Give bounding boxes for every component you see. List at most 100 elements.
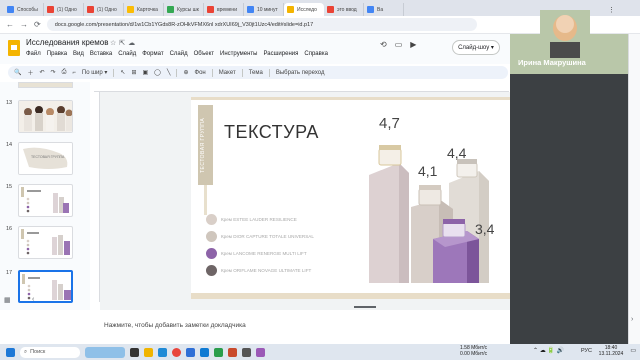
undo-icon[interactable]: ↶ [40, 69, 45, 76]
video-panel [510, 34, 640, 344]
slide-thumbnail-selected[interactable] [18, 270, 73, 303]
browser-tab[interactable]: Карточка [124, 3, 164, 16]
comment-icon[interactable]: ▭ [395, 40, 403, 49]
line-icon[interactable]: ╲ [167, 69, 171, 76]
redo-icon[interactable]: ↷ [51, 69, 56, 76]
menu-item[interactable]: Вид [73, 51, 84, 57]
browser-tab[interactable]: Исследо [284, 3, 324, 16]
browser-tab[interactable]: Курсы шк [164, 3, 204, 16]
edge-icon[interactable] [158, 347, 167, 357]
legend-item: Крем ORIFLAME NOVAGE ULTIMATE LIFT [206, 264, 311, 276]
menu-item[interactable]: Слайд [118, 51, 136, 57]
add-icon[interactable]: ＋ [27, 68, 33, 77]
start-icon[interactable] [6, 347, 15, 357]
thumbnail-chart [22, 274, 71, 300]
search-icon[interactable]: 🔍 [14, 69, 21, 76]
participant-name: Ирина Макрушина [518, 58, 586, 67]
slides-logo-icon[interactable] [8, 40, 20, 56]
history-icon[interactable]: ⟲ [380, 40, 387, 49]
layout-button[interactable]: Макет [219, 70, 236, 76]
browser-tab[interactable]: (1) Одно [44, 3, 84, 16]
slide-title[interactable]: ТЕКСТУРА [224, 122, 319, 143]
slide-thumbnail-partial[interactable] [18, 82, 73, 88]
forward-icon[interactable]: → [20, 20, 28, 29]
value-label-dior: 4,4 [447, 145, 467, 161]
zoom-app-icon[interactable] [186, 347, 195, 357]
paint-format-icon[interactable]: ⌐ [72, 70, 76, 76]
shape-icon[interactable]: ◯ [154, 69, 161, 76]
notifications-icon[interactable]: ▭ [630, 348, 636, 354]
app-icon[interactable] [242, 347, 251, 357]
print-icon[interactable]: ⎙ [62, 69, 67, 76]
horizontal-ruler [94, 82, 509, 92]
browser-tab[interactable]: это ввод [324, 3, 364, 16]
comment-add-icon[interactable]: ⊕ [183, 69, 188, 76]
theme-button[interactable]: Тема [249, 70, 263, 76]
scroll-handle[interactable] [354, 306, 376, 308]
menu-item[interactable]: Справка [304, 51, 328, 57]
tab-label: Курсы шк [177, 6, 199, 13]
slide-canvas[interactable]: ТЕСТОВАЯ ГРУППА ТЕКСТУРА Крем ESTEE LAUD… [191, 97, 547, 299]
menu-item[interactable]: Объект [194, 51, 214, 57]
document-title[interactable]: Исследования кремов [26, 38, 108, 47]
background-button[interactable]: Фон [195, 70, 206, 76]
slide-thumbnail[interactable] [18, 184, 73, 217]
menu-item[interactable]: Слайд [170, 51, 188, 57]
toolbar-divider [211, 68, 213, 77]
thumbnail-number: 16 [6, 226, 13, 232]
mail-icon[interactable] [200, 347, 209, 357]
move-icon[interactable]: ⇱ [119, 40, 128, 47]
chrome-icon[interactable] [172, 347, 181, 357]
select-cursor-icon[interactable]: ↖ [120, 69, 125, 76]
clock-date: 13.11.2024 [598, 351, 624, 357]
app-icon[interactable] [256, 347, 265, 357]
explorer-icon[interactable] [144, 347, 153, 357]
speaker-notes[interactable]: Нажмите, чтобы добавить заметки докладчи… [94, 316, 510, 334]
slide-thumbnail[interactable] [18, 100, 73, 133]
jar-dior [456, 162, 478, 178]
url-field[interactable]: docs.google.com/presentation/d/1w1Cb1YGd… [46, 18, 477, 31]
menu-item[interactable]: Формат [142, 51, 163, 57]
taskbar-widget-image[interactable] [85, 346, 125, 358]
zoom-select[interactable]: По шир ▾ [82, 69, 108, 76]
thumbnail-number: 15 [6, 184, 13, 190]
browser-tab[interactable]: (1) Одно [84, 3, 124, 16]
tab-label: Карточка [137, 6, 158, 13]
language-indicator[interactable]: РУС [581, 348, 592, 354]
expand-panel-icon[interactable]: › [631, 316, 633, 323]
legend-item: Крем LANCOME RENERGIE MULTI LIFT [206, 247, 307, 259]
textbox-icon[interactable]: ⊞ [131, 69, 136, 76]
meet-icon[interactable]: ▶ [410, 40, 416, 49]
slide-thumbnail[interactable]: ТЕСТОВАЯ ГРУППА [18, 142, 73, 175]
browser-tab[interactable]: времени [204, 3, 244, 16]
browser-tab[interactable]: Ва [364, 3, 404, 16]
image-icon[interactable]: ▣ [142, 69, 148, 76]
slide-thumbnail[interactable] [18, 226, 73, 259]
tray-icons[interactable]: ⌃ ☁ 🔋 🔊 [533, 348, 564, 354]
star-icon[interactable]: ☆ [110, 40, 119, 47]
grid-view-icon[interactable]: ▦ [4, 296, 11, 304]
slideshow-button[interactable]: Слайд-шоу ▾ [452, 40, 500, 55]
powerpoint-icon[interactable] [228, 347, 237, 357]
back-icon[interactable]: ← [6, 20, 14, 29]
jar-estee [378, 148, 402, 166]
browser-tab[interactable]: 10 минут [244, 3, 284, 16]
menu-item[interactable]: Файл [26, 51, 41, 57]
legend-dot [206, 230, 217, 242]
tab-favicon-icon [7, 6, 14, 13]
browser-tab[interactable]: Способы [4, 3, 44, 16]
menu-item[interactable]: Правка [47, 51, 67, 57]
menu-item[interactable]: Расширения [263, 51, 298, 57]
reload-icon[interactable]: ⟳ [34, 20, 41, 29]
excel-icon[interactable] [214, 347, 223, 357]
collapse-panel-icon[interactable]: ‹ [32, 296, 34, 303]
menu-item[interactable]: Инструменты [220, 51, 257, 57]
menu-item[interactable]: Вставка [90, 51, 112, 57]
cloud-icon[interactable]: ☁ [128, 40, 138, 47]
extension-icon[interactable]: ⋮ [608, 6, 615, 14]
task-view-icon[interactable] [130, 347, 139, 357]
tab-favicon-icon [287, 6, 294, 13]
clock[interactable]: 18:40 13.11.2024 [596, 345, 626, 357]
transition-button[interactable]: Выбрать переход [276, 70, 325, 76]
taskbar-search[interactable]: ⌕ Поиск [20, 346, 80, 358]
